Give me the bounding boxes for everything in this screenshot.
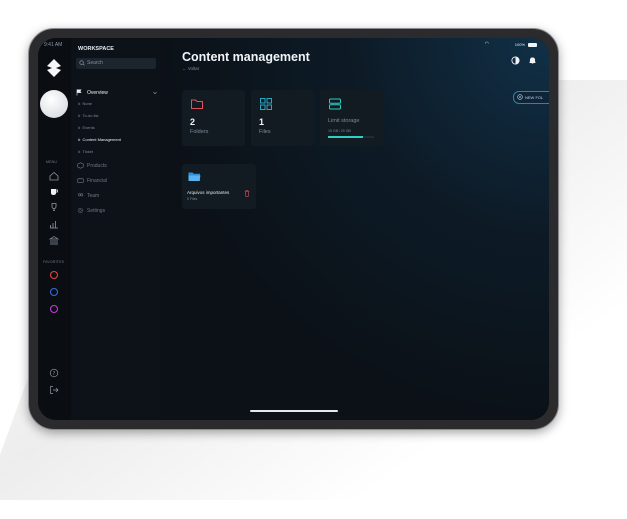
main-content: Content management ← Voltar ◠ 100% NEW F… [161, 38, 549, 420]
search-placeholder: Search [87, 60, 103, 66]
folder-open-icon [188, 172, 201, 181]
home-icon[interactable] [49, 171, 59, 181]
list-item[interactable]: # Events [78, 125, 95, 130]
sidebar-item-content-management[interactable]: # Content Management [78, 137, 121, 142]
folder-icon [191, 99, 203, 109]
plus-circle-icon [517, 94, 523, 100]
sidebar-item-financial[interactable]: Financial [87, 178, 107, 184]
menu-section-label: MENU [46, 160, 58, 164]
trash-icon[interactable] [244, 190, 250, 197]
sidebar-item-settings[interactable]: Settings [87, 208, 105, 214]
favorite-red-icon[interactable] [49, 270, 59, 280]
page-title: Content management [182, 50, 310, 64]
favorites-section-label: FAVORITES [43, 260, 65, 264]
chevron-down-icon[interactable] [153, 91, 157, 95]
avatar[interactable] [40, 90, 68, 118]
files-count: 1 [259, 117, 265, 127]
coffee-icon[interactable] [49, 186, 59, 196]
box-icon [77, 162, 84, 169]
search-icon [79, 60, 85, 66]
sidebar-item-products[interactable]: Products [87, 163, 107, 169]
storage-label: Limit storage [328, 118, 360, 124]
favorite-blue-icon[interactable] [49, 287, 59, 297]
folder-meta: 5 Files [187, 197, 198, 201]
sidebar: WORKSPACE Search Overview # None # To-do… [71, 38, 162, 420]
bank-icon[interactable] [49, 235, 59, 245]
wallet-icon [77, 178, 84, 183]
folder-name: Arquivos importantes [187, 190, 230, 195]
tablet-device: 9:41 AM MENU FAVORITES ? WORKSPACE Searc… [28, 28, 559, 430]
team-icon [78, 193, 84, 197]
svg-text:?: ? [53, 371, 56, 377]
wifi-icon: ◠ [484, 41, 489, 47]
search-input[interactable]: Search [76, 58, 156, 69]
sidebar-item-team[interactable]: Team [87, 193, 99, 199]
logout-icon[interactable] [49, 385, 59, 395]
screen: 9:41 AM MENU FAVORITES ? WORKSPACE Searc… [38, 38, 549, 420]
home-indicator [250, 410, 338, 412]
folders-label: Folders [190, 129, 209, 135]
storage-caption: 15 GB / 20 GB [328, 129, 351, 133]
storage-progress-fill [328, 136, 363, 138]
list-item[interactable]: # None [78, 101, 92, 106]
new-folder-button[interactable]: NEW FOL [513, 91, 549, 104]
trophy-icon[interactable] [49, 202, 59, 212]
folders-card[interactable]: 2 Folders [182, 90, 245, 146]
list-item[interactable]: # To-do list [78, 113, 98, 118]
back-link[interactable]: ← Voltar [182, 66, 199, 71]
files-card[interactable]: 1 Files [251, 90, 314, 146]
storage-card[interactable]: Limit storage 15 GB / 20 GB [320, 90, 383, 146]
sidebar-item-overview[interactable]: Overview [87, 90, 108, 96]
flag-icon [76, 89, 82, 96]
favorite-purple-icon[interactable] [49, 304, 59, 314]
list-item[interactable]: # Ticket [78, 149, 93, 154]
help-icon[interactable]: ? [49, 368, 59, 378]
files-label: Files [259, 129, 271, 135]
battery-icon [528, 43, 537, 47]
folders-count: 2 [190, 117, 196, 127]
bell-icon[interactable] [528, 56, 537, 65]
grid-icon [260, 98, 272, 110]
theme-toggle-icon[interactable] [511, 56, 520, 65]
workspace-label: WORKSPACE [78, 46, 114, 52]
folder-tile[interactable]: Arquivos importantes 5 Files [182, 164, 256, 209]
gear-icon [77, 207, 84, 214]
battery-text: 100% [514, 42, 525, 47]
icon-rail: 9:41 AM MENU FAVORITES ? [38, 38, 71, 420]
status-time: 9:41 AM [44, 42, 63, 48]
server-icon [329, 98, 341, 110]
chart-icon[interactable] [49, 219, 59, 229]
app-logo-icon[interactable] [44, 58, 64, 78]
storage-progress-track [328, 136, 374, 138]
